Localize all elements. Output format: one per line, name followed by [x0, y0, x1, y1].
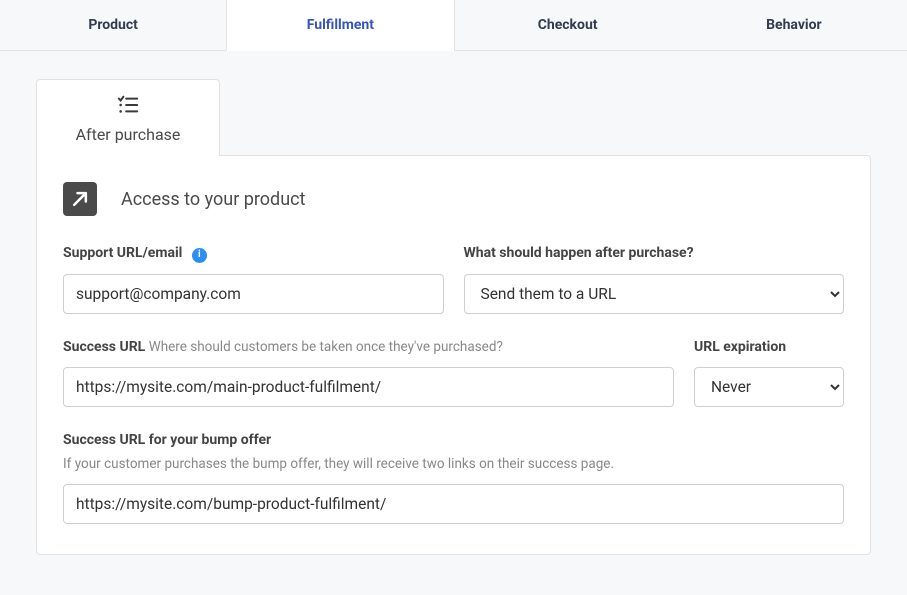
external-arrow-icon — [63, 182, 97, 216]
top-tabs: Product Fulfillment Checkout Behavior — [0, 0, 907, 51]
success-url-input[interactable] — [63, 367, 674, 407]
support-label: Support URL/email — [63, 245, 182, 261]
tab-product[interactable]: Product — [0, 0, 226, 51]
after-action-label: What should happen after purchase? — [464, 245, 694, 261]
subtab-label: After purchase — [47, 125, 209, 144]
after-action-select[interactable]: Send them to a URL — [464, 274, 845, 314]
success-url-label: Success URL — [63, 339, 145, 355]
subtab-after-purchase[interactable]: After purchase — [36, 79, 220, 156]
bump-success-hint: If your customer purchases the bump offe… — [63, 455, 844, 474]
bump-success-input[interactable] — [63, 484, 844, 524]
success-url-hint: Where should customers be taken once the… — [149, 339, 503, 355]
tab-behavior[interactable]: Behavior — [681, 0, 907, 51]
support-input[interactable] — [63, 274, 444, 314]
tab-fulfillment[interactable]: Fulfillment — [226, 0, 454, 51]
fulfillment-panel: Access to your product Support URL/email… — [36, 155, 871, 555]
url-expiration-select[interactable]: Never — [694, 367, 844, 407]
info-icon[interactable]: i — [192, 248, 207, 263]
section-title: Access to your product — [121, 189, 305, 210]
url-expiration-label: URL expiration — [694, 339, 786, 355]
checklist-icon — [47, 94, 209, 119]
tab-checkout[interactable]: Checkout — [455, 0, 681, 51]
bump-success-label: Success URL for your bump offer — [63, 432, 271, 448]
